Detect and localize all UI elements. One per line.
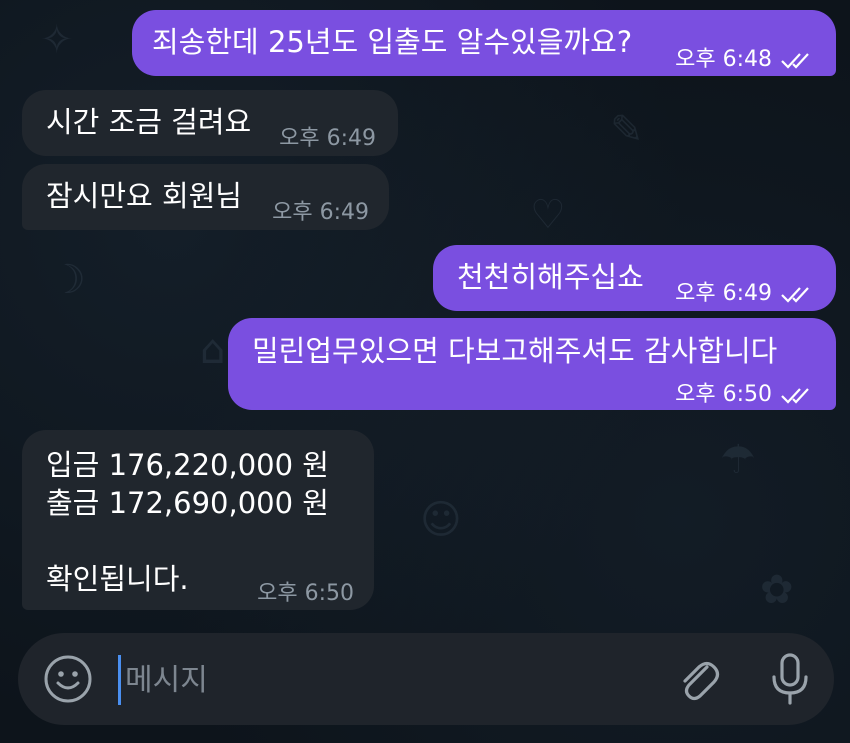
double-check-icon [781, 287, 809, 303]
message-meta: 오후 6:50 [675, 376, 812, 414]
message-text: 밀린업무있으면 다보고해주셔도 감사합니다 [252, 334, 778, 368]
message-line [46, 522, 329, 560]
message-composer [18, 633, 834, 725]
message-line: 출금 172,690,000 원 [46, 486, 329, 520]
message-time: 오후 6:48 [675, 47, 772, 72]
doodle-star-icon: ✧ [40, 17, 74, 63]
doodle-swirl-icon: ☽ [50, 257, 86, 303]
message-bubble-incoming[interactable]: 시간 조금 걸려요 오후 6:49 [22, 90, 398, 156]
message-text: 시간 조금 걸려요 [46, 105, 252, 139]
doodle-sea-icon: ☺ [420, 497, 462, 543]
message-text: 죄송한데 25년도 입출도 알수있을까요? [152, 25, 633, 59]
message-time: 오후 6:49 [272, 200, 369, 225]
paperclip-icon[interactable] [668, 633, 728, 725]
microphone-icon[interactable] [760, 633, 820, 725]
chat-view: ✧ ✎ ♡ ⌂ ☂ ☺ ✿ ☽ 죄송한데 25년도 입출도 알수있을까요? 오후… [0, 0, 850, 743]
doodle-bone-icon: ✎ [610, 107, 644, 153]
message-bubble-incoming[interactable]: 잠시만요 회원님 오후 6:49 [22, 164, 389, 230]
message-time: 오후 6:49 [279, 126, 376, 151]
message-line: 입금 176,220,000 원 [46, 448, 329, 482]
message-meta: 오후 6:49 [675, 275, 812, 313]
double-check-icon [781, 53, 809, 69]
message-bubble-incoming[interactable]: 입금 176,220,000 원 출금 172,690,000 원 확인됩니다.… [22, 430, 374, 610]
message-input[interactable] [118, 655, 627, 705]
message-meta: 오후 6:48 [675, 41, 812, 79]
doodle-palm-icon: ✿ [760, 567, 794, 613]
message-bubble-outgoing[interactable]: 죄송한데 25년도 입출도 알수있을까요? 오후 6:48 [132, 10, 836, 76]
message-time: 오후 6:50 [675, 382, 772, 407]
message-time: 오후 6:50 [257, 581, 354, 606]
double-check-icon [781, 388, 809, 404]
doodle-umbrella-icon: ☂ [720, 437, 756, 483]
doodle-heart-icon: ♡ [530, 192, 566, 238]
message-text: 잠시만요 회원님 [46, 179, 242, 213]
smile-icon[interactable] [38, 633, 98, 725]
message-bubble-outgoing[interactable]: 천천히해주십쇼 오후 6:49 [433, 245, 836, 311]
message-bubble-outgoing[interactable]: 밀린업무있으면 다보고해주셔도 감사합니다 오후 6:50 [228, 318, 836, 410]
message-time: 오후 6:49 [675, 281, 772, 306]
doodle-gift-icon: ⌂ [200, 327, 226, 373]
message-text: 천천히해주십쇼 [457, 260, 644, 294]
